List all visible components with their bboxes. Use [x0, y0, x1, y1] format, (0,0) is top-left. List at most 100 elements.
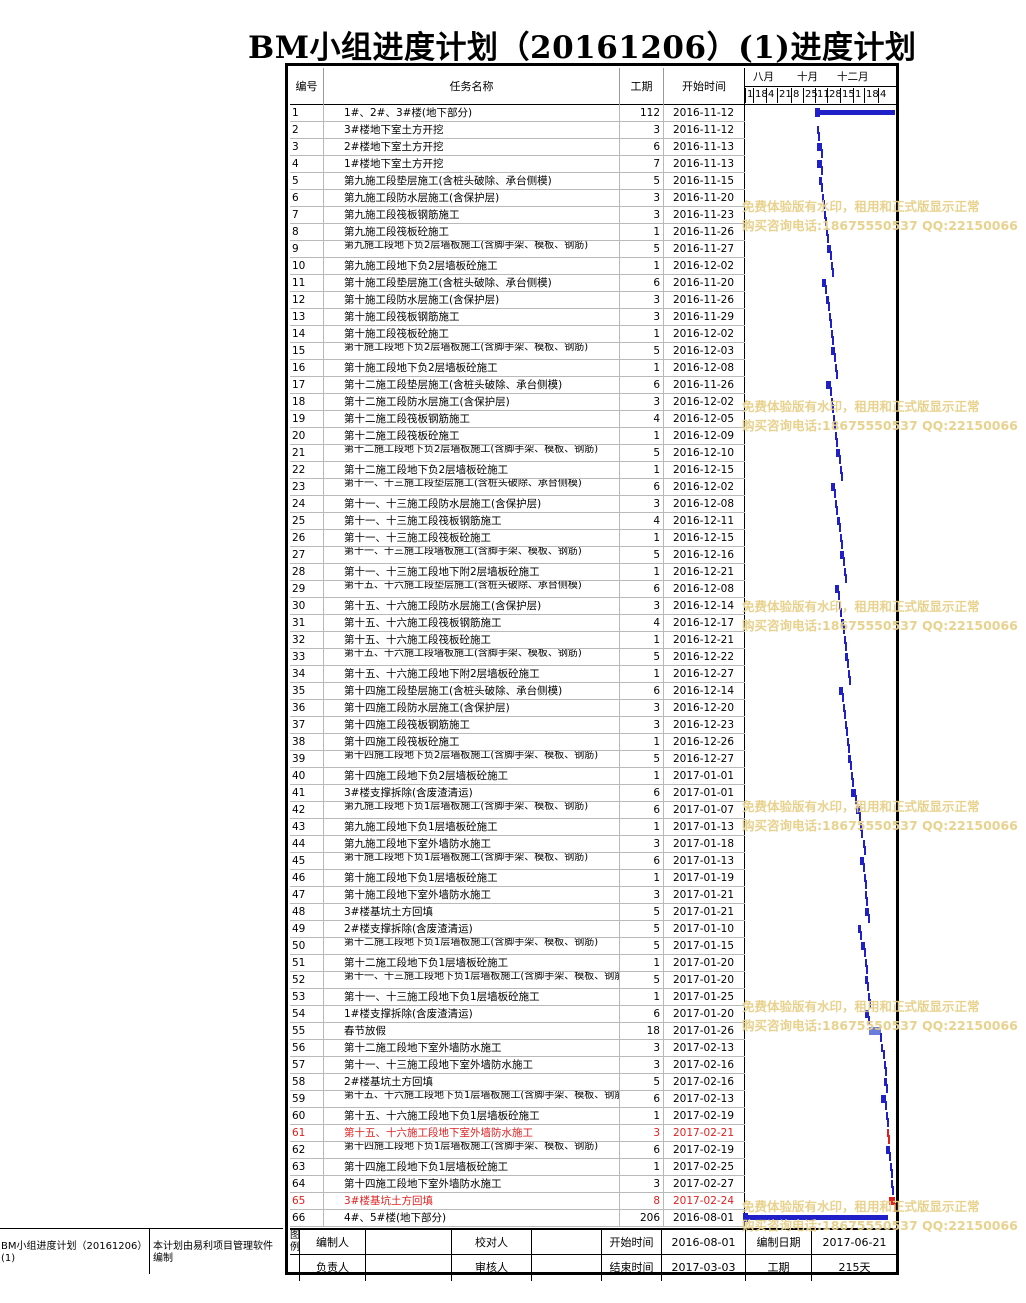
gantt-link[interactable]: [829, 387, 832, 396]
gantt-link[interactable]: [844, 642, 847, 651]
owner-value[interactable]: [366, 1255, 452, 1281]
table-row[interactable]: 46 第十施工段地下负1层墙板砼施工 1 2017-01-19: [290, 870, 745, 887]
table-row[interactable]: 49 2#楼支撑拆除(含废渣清运) 5 2017-01-10: [290, 921, 745, 938]
table-row[interactable]: 48 3#楼基坑土方回填 5 2017-01-21: [290, 904, 745, 921]
gantt-link[interactable]: [820, 149, 823, 158]
gantt-link[interactable]: [835, 370, 838, 379]
gantt-link[interactable]: [840, 540, 843, 549]
gantt-link[interactable]: [831, 268, 834, 277]
header-name[interactable]: 任务名称: [324, 68, 620, 105]
header-id[interactable]: 编号: [290, 68, 324, 105]
gantt-link[interactable]: [885, 1084, 888, 1093]
gantt-link[interactable]: [842, 625, 845, 634]
gantt-summary-cap[interactable]: [743, 1213, 748, 1222]
gantt-link[interactable]: [837, 591, 840, 600]
gantt-link[interactable]: [850, 761, 853, 770]
gantt-link[interactable]: [860, 829, 863, 838]
table-row[interactable]: 14 第十施工段筏板砼施工 1 2016-12-02: [290, 326, 745, 343]
gantt-link[interactable]: [833, 353, 836, 362]
table-row[interactable]: 50 第十二施工段地下负1层墙板施工(含脚手架、模板、钢筋) 5 2017-01-15: [290, 938, 745, 955]
table-row[interactable]: 38 第十四施工段筏板砼施工 1 2016-12-26: [290, 734, 745, 751]
gantt-link[interactable]: [835, 506, 838, 515]
table-row[interactable]: 27 第十一、十三施工段墙板施工(含脚手架、模板、钢筋) 5 2016-12-16: [290, 547, 745, 564]
table-row[interactable]: 16 第十施工段地下负2层墙板砼施工 1 2016-12-08: [290, 360, 745, 377]
table-row[interactable]: 13 第十施工段筏板钢筋施工 3 2016-11-29: [290, 309, 745, 326]
gantt-link[interactable]: [842, 557, 845, 566]
table-row[interactable]: 33 第十五、十六施工段墙板施工(含脚手架、模板、钢筋) 5 2016-12-22: [290, 649, 745, 666]
gantt-link[interactable]: [833, 489, 836, 498]
gantt-link[interactable]: [865, 880, 868, 889]
gantt-link[interactable]: [888, 1135, 891, 1144]
gantt-link[interactable]: [827, 302, 830, 311]
table-row[interactable]: 37 第十四施工段筏板钢筋施工 3 2016-12-23: [290, 717, 745, 734]
table-row[interactable]: 41 3#楼支撑拆除(含废渣清运) 6 2017-01-01: [290, 785, 745, 802]
gantt-link[interactable]: [884, 1067, 887, 1076]
table-row[interactable]: 52 第十一、十三施工段地下负1层墙板施工(含脚手架、模板、钢筋) 5 2017-01…: [290, 972, 745, 989]
table-row[interactable]: 10 第九施工段地下负2层墙板砼施工 1 2016-12-02: [290, 258, 745, 275]
header-duration[interactable]: 工期: [620, 68, 664, 105]
table-row[interactable]: 18 第十二施工段防水层施工(含保护层) 3 2016-12-02: [290, 394, 745, 411]
table-row[interactable]: 53 第十一、十三施工段地下负1层墙板砼施工 1 2017-01-25: [290, 989, 745, 1006]
table-row[interactable]: 29 第十五、十六施工段垫层施工(含桩头破除、承台侧模) 6 2016-12-08: [290, 581, 745, 598]
gantt-link[interactable]: [867, 982, 870, 991]
gantt-link[interactable]: [886, 1118, 889, 1127]
gantt-link[interactable]: [844, 710, 847, 719]
gantt-link[interactable]: [882, 1050, 885, 1059]
gantt-link[interactable]: [890, 1169, 893, 1178]
header-start[interactable]: 开始时间: [664, 68, 745, 105]
table-row[interactable]: 43 第九施工段地下负1层墙板砼施工 1 2017-01-13: [290, 819, 745, 836]
table-row[interactable]: 9 第九施工段地下负2层墙板施工(含脚手架、模板、钢筋) 5 2016-11-27: [290, 241, 745, 258]
table-row[interactable]: 47 第十施工段地下室外墙防水施工 3 2017-01-21: [290, 887, 745, 904]
table-row[interactable]: 56 第十二施工段地下室外墙防水施工 3 2017-02-13: [290, 1040, 745, 1057]
table-row[interactable]: 55 春节放假 18 2017-01-26: [290, 1023, 745, 1040]
gantt-link[interactable]: [840, 608, 843, 617]
table-row[interactable]: 3 2#楼地下室土方开挖 6 2016-11-13: [290, 139, 745, 156]
gantt-link[interactable]: [860, 931, 863, 940]
table-row[interactable]: 62 第十四施工段地下负1层墙板施工(含脚手架、模板、钢筋) 6 2017-02-19: [290, 1142, 745, 1159]
gantt-link[interactable]: [888, 1152, 891, 1161]
gantt-link[interactable]: [863, 948, 866, 957]
author-value[interactable]: [366, 1230, 452, 1256]
table-row[interactable]: 4 1#楼地下室土方开挖 7 2016-11-13: [290, 156, 745, 173]
table-row[interactable]: 64 第十四施工段地下室外墙防水施工 3 2017-02-27: [290, 1176, 745, 1193]
gantt-link[interactable]: [838, 455, 841, 464]
checker-value[interactable]: [532, 1230, 602, 1256]
table-row[interactable]: 20 第十二施工段筏板砼施工 1 2016-12-09: [290, 428, 745, 445]
gantt-link[interactable]: [825, 217, 828, 226]
table-row[interactable]: 58 2#楼基坑土方回填 5 2017-02-16: [290, 1074, 745, 1091]
gantt-link[interactable]: [847, 659, 849, 668]
table-row[interactable]: 66 4#、5#楼(地下部分) 206 2016-08-01: [290, 1210, 745, 1227]
gantt-link[interactable]: [834, 421, 837, 430]
gantt-link[interactable]: [849, 676, 851, 685]
gantt-link[interactable]: [863, 863, 866, 872]
gantt-link[interactable]: [823, 200, 826, 209]
table-row[interactable]: 65 3#楼基坑土方回填 8 2017-02-24: [290, 1193, 745, 1210]
gantt-link[interactable]: [821, 166, 824, 175]
gantt-link[interactable]: [880, 1033, 883, 1042]
table-row[interactable]: 23 第十一、十三施工段垫层施工(含桩头破除、承台侧模) 6 2016-12-02: [290, 479, 745, 496]
table-row[interactable]: 25 第十一、十三施工段筏板钢筋施工 4 2016-12-11: [290, 513, 745, 530]
reviewer-value[interactable]: [532, 1255, 602, 1281]
gantt-link[interactable]: [848, 744, 851, 753]
table-row[interactable]: 7 第九施工段筏板钢筋施工 3 2016-11-23: [290, 207, 745, 224]
table-row[interactable]: 32 第十五、十六施工段筏板砼施工 1 2016-12-21: [290, 632, 745, 649]
table-row[interactable]: 17 第十二施工段垫层施工(含桩头破除、承台侧模) 6 2016-11-26: [290, 377, 745, 394]
gantt-link[interactable]: [866, 897, 869, 906]
table-row[interactable]: 59 第十五、十六施工段地下负1层墙板施工(含脚手架、模板、钢筋) 6 2017-02…: [290, 1091, 745, 1108]
gantt-link[interactable]: [842, 693, 845, 702]
gantt-link[interactable]: [867, 914, 870, 923]
gantt-link[interactable]: [825, 285, 828, 294]
table-row[interactable]: 2 3#楼地下室土方开挖 3 2016-11-12: [290, 122, 745, 139]
table-row[interactable]: 19 第十二施工段筏板钢筋施工 4 2016-12-05: [290, 411, 745, 428]
table-row[interactable]: 35 第十四施工段垫层施工(含桩头破除、承台侧模) 6 2016-12-14: [290, 683, 745, 700]
gantt-link[interactable]: [827, 234, 830, 243]
gantt-link[interactable]: [829, 251, 832, 260]
table-row[interactable]: 26 第十一、十三施工段筏板砼施工 1 2016-12-15: [290, 530, 745, 547]
table-row[interactable]: 42 第九施工段地下负1层墙板施工(含脚手架、模板、钢筋) 6 2017-01-07: [290, 802, 745, 819]
table-row[interactable]: 31 第十五、十六施工段筏板钢筋施工 4 2016-12-17: [290, 615, 745, 632]
gantt-link[interactable]: [865, 965, 868, 974]
table-row[interactable]: 5 第九施工段垫层施工(含桩头破除、承台侧模) 5 2016-11-15: [290, 173, 745, 190]
table-row[interactable]: 8 第九施工段筏板砼施工 1 2016-11-26: [290, 224, 745, 241]
table-row[interactable]: 60 第十五、十六施工段地下负1层墙板砼施工 1 2017-02-19: [290, 1108, 745, 1125]
table-row[interactable]: 1 1#、2#、3#楼(地下部分) 112 2016-11-12: [290, 105, 745, 122]
